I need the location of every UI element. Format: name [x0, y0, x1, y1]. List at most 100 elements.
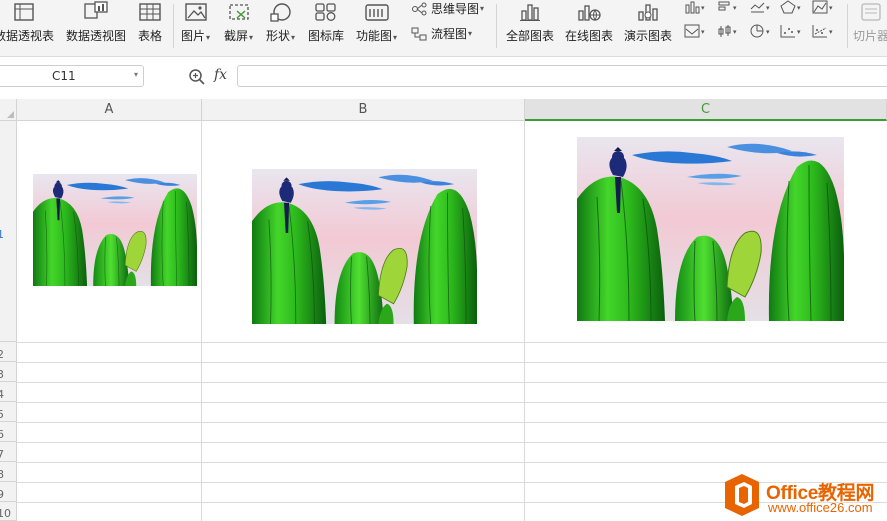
- svg-text:▾: ▾: [829, 28, 833, 36]
- online-charts-button[interactable]: 在线图表: [565, 0, 613, 44]
- all-charts-button[interactable]: 全部图表: [506, 0, 554, 44]
- shapes-label: 形状▾: [266, 29, 296, 43]
- pie-chart-button[interactable]: ▾: [749, 24, 773, 38]
- pivot-table-label: 数据透视表: [0, 29, 55, 43]
- ribbon-toolbar: 数据透视表 数据透视图 表格 图片▾ 截屏▾ 形状▾ 图标库 功能图▾ 思维导图…: [0, 0, 887, 57]
- svg-text:▾: ▾: [733, 28, 737, 36]
- row-header-3[interactable]: 3: [0, 362, 17, 382]
- demo-charts-label: 演示图表: [624, 29, 673, 43]
- chevron-down-icon[interactable]: ▾: [134, 70, 138, 79]
- grid-line: [17, 422, 887, 423]
- combo-chart-button[interactable]: ▾: [812, 24, 836, 38]
- watermark-url: www.office26.com: [768, 500, 873, 515]
- mind-map-button[interactable]: 思维导图 ▾: [411, 0, 484, 17]
- flowchart-icon: [411, 27, 427, 40]
- column-header-b[interactable]: B: [202, 99, 525, 121]
- slicer-label: 切片器: [853, 29, 887, 43]
- svg-text:▾: ▾: [766, 4, 770, 12]
- online-charts-label: 在线图表: [565, 29, 614, 43]
- icon-library-button[interactable]: 图标库: [308, 0, 344, 44]
- pie-chart-icon: ▾: [750, 24, 770, 38]
- column-chart-button[interactable]: ▾: [684, 0, 708, 14]
- row-header-7[interactable]: 7: [0, 442, 17, 462]
- stock-chart-icon: ▾: [718, 25, 737, 37]
- flowchart-label: 流程图: [431, 27, 468, 41]
- screenshot-icon: [227, 0, 251, 22]
- demo-charts-button[interactable]: 演示图表: [624, 0, 672, 44]
- fx-function-icon[interactable]: fx: [214, 67, 227, 83]
- cactus-picture-a[interactable]: [33, 174, 197, 286]
- picture-button[interactable]: 图片▾: [181, 0, 210, 44]
- slicer-icon: [859, 0, 883, 22]
- pivot-table-icon: [13, 0, 35, 22]
- picture-label: 图片▾: [181, 29, 211, 43]
- name-box-value: C11: [52, 69, 76, 83]
- table-button[interactable]: 表格: [138, 0, 162, 44]
- online-charts-icon: [576, 0, 602, 22]
- svg-text:▾: ▾: [797, 4, 801, 12]
- line-chart-button[interactable]: ▾: [749, 0, 773, 14]
- column-header-c[interactable]: C: [525, 99, 887, 121]
- function-chart-label: 功能图▾: [356, 29, 398, 43]
- cactus-picture-c[interactable]: [577, 137, 844, 321]
- pivot-chart-icon: [83, 0, 109, 22]
- function-chart-button[interactable]: 功能图▾: [356, 0, 397, 44]
- row-header-1[interactable]: 1: [0, 121, 17, 342]
- combo-chart-icon: ▾: [812, 25, 833, 38]
- line-chart-icon: ▾: [750, 2, 770, 13]
- svg-text:▾: ▾: [829, 4, 833, 12]
- pivot-chart-label: 数据透视图: [66, 29, 127, 43]
- radar-chart-button[interactable]: ▾: [780, 0, 804, 14]
- scatter-chart-icon: ▾: [780, 25, 801, 38]
- mind-map-icon: [412, 2, 427, 15]
- ribbon-separator: [847, 4, 848, 48]
- row-header-9[interactable]: 9: [0, 482, 17, 502]
- grid-line: [17, 402, 887, 403]
- select-all-corner[interactable]: [0, 99, 17, 121]
- demo-charts-icon: [635, 0, 661, 22]
- svg-text:▾: ▾: [701, 28, 705, 36]
- row-header-5[interactable]: 5: [0, 402, 17, 422]
- bar-chart-button[interactable]: ▾: [717, 0, 741, 14]
- row-header-4[interactable]: 4: [0, 382, 17, 402]
- row-header-2[interactable]: 2: [0, 342, 17, 362]
- zoom-search-icon[interactable]: [188, 68, 206, 89]
- histogram-chart-icon: ▾: [684, 24, 705, 38]
- histogram-chart-button[interactable]: ▾: [684, 24, 708, 38]
- pivot-table-button[interactable]: 数据透视表: [0, 0, 54, 44]
- slicer-button[interactable]: 切片器: [853, 0, 887, 44]
- grid-line: [17, 442, 887, 443]
- ribbon-separator: [173, 4, 174, 48]
- stock-chart-button[interactable]: ▾: [717, 24, 741, 38]
- grid-line: [17, 362, 887, 363]
- cactus-picture-b[interactable]: [252, 169, 477, 324]
- row-header-8[interactable]: 8: [0, 462, 17, 482]
- column-header-a[interactable]: A: [17, 99, 202, 121]
- screenshot-button[interactable]: 截屏▾: [224, 0, 253, 44]
- picture-icon: [184, 0, 208, 22]
- formula-bar: C11 ▾ fx: [0, 57, 887, 99]
- pivot-chart-button[interactable]: 数据透视图: [66, 0, 126, 44]
- table-icon: [138, 0, 162, 22]
- screenshot-label: 截屏▾: [224, 29, 254, 43]
- grid-line: [17, 382, 887, 383]
- area-chart-button[interactable]: ▾: [812, 0, 836, 14]
- scatter-chart-button[interactable]: ▾: [780, 24, 804, 38]
- column-chart-icon: ▾: [685, 1, 705, 14]
- row-header-6[interactable]: 6: [0, 422, 17, 442]
- grid-line: [524, 121, 525, 521]
- all-charts-icon: [518, 0, 542, 22]
- svg-text:▾: ▾: [797, 28, 801, 36]
- svg-text:▾: ▾: [733, 4, 737, 12]
- ribbon-separator: [496, 4, 497, 48]
- shapes-button[interactable]: 形状▾: [266, 0, 295, 44]
- mind-map-label: 思维导图: [431, 2, 480, 16]
- flowchart-button[interactable]: 流程图 ▾: [411, 25, 472, 42]
- function-chart-icon: [364, 0, 390, 22]
- all-charts-label: 全部图表: [506, 29, 555, 43]
- name-box[interactable]: C11 ▾: [0, 65, 144, 87]
- row-header-10[interactable]: 10: [0, 502, 17, 521]
- grid-line: [17, 342, 887, 343]
- formula-input[interactable]: [237, 65, 887, 87]
- shapes-icon: [269, 0, 293, 22]
